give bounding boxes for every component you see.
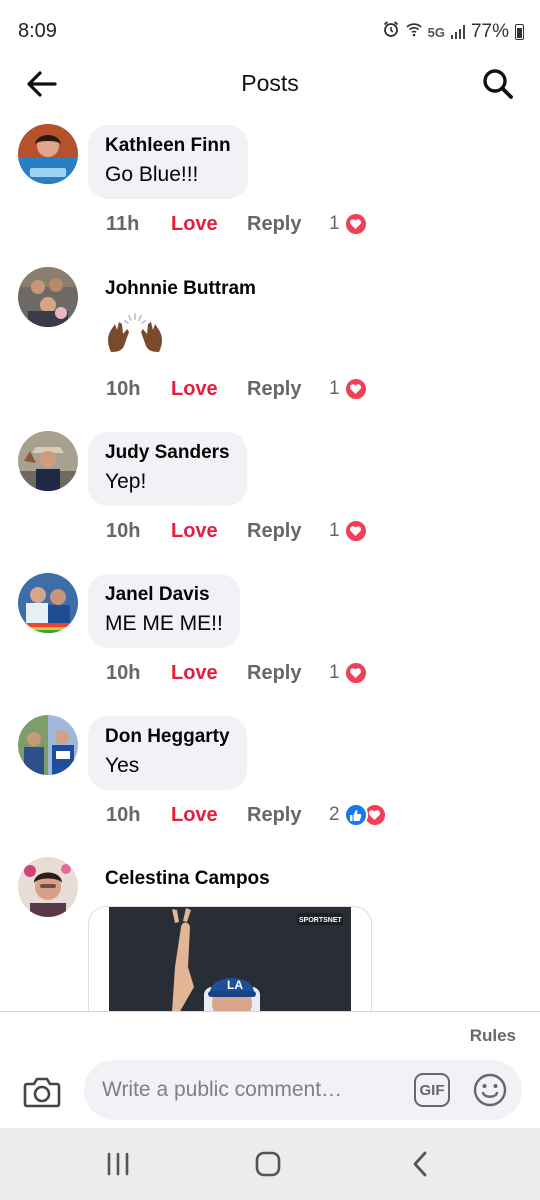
page-title: Posts	[241, 70, 299, 96]
recent-apps-button[interactable]	[100, 1148, 136, 1180]
avatar[interactable]	[18, 431, 78, 491]
battery-icon	[515, 24, 524, 40]
comment-author[interactable]: Kathleen Finn	[105, 135, 231, 157]
comment-text: ME ME ME!!	[105, 612, 223, 635]
heart-reaction-icon	[343, 519, 368, 543]
header: Posts	[0, 62, 540, 106]
wifi-icon	[406, 21, 422, 43]
smiley-icon	[473, 1073, 507, 1107]
comment-box: GIF	[84, 1060, 522, 1120]
love-button[interactable]: Love	[171, 520, 247, 543]
back-icon	[413, 1151, 427, 1177]
comment-text: Yes	[105, 754, 140, 777]
reply-button[interactable]: Reply	[247, 378, 329, 401]
heart-reaction-icon	[343, 377, 368, 401]
comment-author[interactable]: Celestina Campos	[105, 868, 270, 890]
love-button[interactable]: Love	[171, 804, 247, 827]
status-time: 8:09	[18, 20, 57, 42]
reaction-count: 1	[329, 378, 340, 399]
gif-button[interactable]: GIF	[414, 1073, 450, 1107]
comment-actions: 10h Love Reply 1	[106, 516, 368, 546]
reaction-count: 1	[329, 662, 340, 683]
avatar[interactable]	[18, 573, 78, 633]
reply-button[interactable]: Reply	[247, 662, 329, 685]
comment-author[interactable]: Don Heggarty	[105, 726, 230, 748]
comment-photo[interactable]: LA SPORTSNET	[88, 906, 372, 1011]
comment-actions: 10h Love Reply 1	[106, 374, 368, 404]
comment-time[interactable]: 10h	[106, 378, 171, 401]
comment-bubble[interactable]: Johnnie Buttram	[88, 268, 273, 366]
comment-bubble[interactable]: Kathleen Finn Go Blue!!!	[88, 125, 248, 199]
avatar[interactable]	[18, 715, 78, 775]
reaction-count: 2	[329, 804, 340, 825]
signal-icon	[450, 25, 465, 39]
comment-author[interactable]: Johnnie Buttram	[105, 278, 256, 300]
reply-button[interactable]: Reply	[247, 213, 329, 236]
comment-author[interactable]: Janel Davis	[105, 584, 223, 606]
love-button[interactable]: Love	[171, 378, 247, 401]
svg-text:LA: LA	[227, 978, 243, 992]
like-reaction-icon	[343, 803, 368, 827]
comment-time[interactable]: 10h	[106, 662, 171, 685]
camera-icon	[23, 1077, 61, 1108]
comment-composer: Rules GIF	[0, 1011, 540, 1128]
emoji-button[interactable]	[472, 1072, 508, 1108]
comment-bubble[interactable]: Celestina Campos	[88, 858, 287, 902]
comment-bubble[interactable]: Janel Davis ME ME ME!!	[88, 574, 240, 648]
status-icons: 5G 77%	[382, 20, 524, 44]
status-bar: 8:09 5G 77%	[0, 0, 540, 62]
comment-input[interactable]	[102, 1060, 402, 1120]
comment-author[interactable]: Judy Sanders	[105, 442, 230, 464]
reply-button[interactable]: Reply	[247, 520, 329, 543]
comments-list: Kathleen Finn Go Blue!!! 11h Love Reply …	[0, 118, 540, 1011]
comment-time[interactable]: 11h	[106, 213, 171, 236]
comment-text: Go Blue!!!	[105, 163, 199, 186]
comment-actions: 11h Love Reply 1	[106, 209, 368, 239]
reaction-summary[interactable]: 1	[329, 212, 368, 236]
love-button[interactable]: Love	[171, 213, 247, 236]
system-nav-bar	[0, 1128, 540, 1200]
raising-hands-emoji	[105, 312, 256, 354]
rules-link[interactable]: Rules	[470, 1026, 516, 1046]
heart-reaction-icon	[343, 212, 368, 236]
comment-actions: 10h Love Reply 2	[106, 800, 387, 830]
comment-bubble[interactable]: Judy Sanders Yep!	[88, 432, 247, 506]
reaction-count: 1	[329, 213, 340, 234]
reaction-count: 1	[329, 520, 340, 541]
reaction-summary[interactable]: 1	[329, 661, 368, 685]
photo-badge: SPORTSNET	[299, 917, 343, 924]
reaction-summary[interactable]: 1	[329, 519, 368, 543]
avatar[interactable]	[18, 267, 78, 327]
comment-time[interactable]: 10h	[106, 804, 171, 827]
love-button[interactable]: Love	[171, 662, 247, 685]
heart-reaction-icon	[343, 661, 368, 685]
comment-text: Yep!	[105, 470, 147, 493]
reaction-summary[interactable]: 2	[329, 803, 387, 827]
alarm-icon	[382, 20, 400, 44]
comment-bubble[interactable]: Don Heggarty Yes	[88, 716, 247, 790]
recent-apps-icon	[107, 1152, 129, 1176]
avatar[interactable]	[18, 857, 78, 917]
reaction-summary[interactable]: 1	[329, 377, 368, 401]
photo-image: LA SPORTSNET	[109, 907, 351, 1011]
battery-percent: 77%	[470, 21, 509, 42]
camera-button[interactable]	[22, 1074, 62, 1110]
home-icon	[255, 1151, 281, 1177]
search-button[interactable]	[478, 64, 518, 104]
avatar[interactable]	[18, 124, 78, 184]
reply-button[interactable]: Reply	[247, 804, 329, 827]
nav-back-button[interactable]	[402, 1148, 438, 1180]
home-button[interactable]	[250, 1148, 286, 1180]
search-icon	[483, 69, 513, 99]
network-type: 5G	[427, 24, 445, 40]
comment-time[interactable]: 10h	[106, 520, 171, 543]
comment-actions: 10h Love Reply 1	[106, 658, 368, 688]
